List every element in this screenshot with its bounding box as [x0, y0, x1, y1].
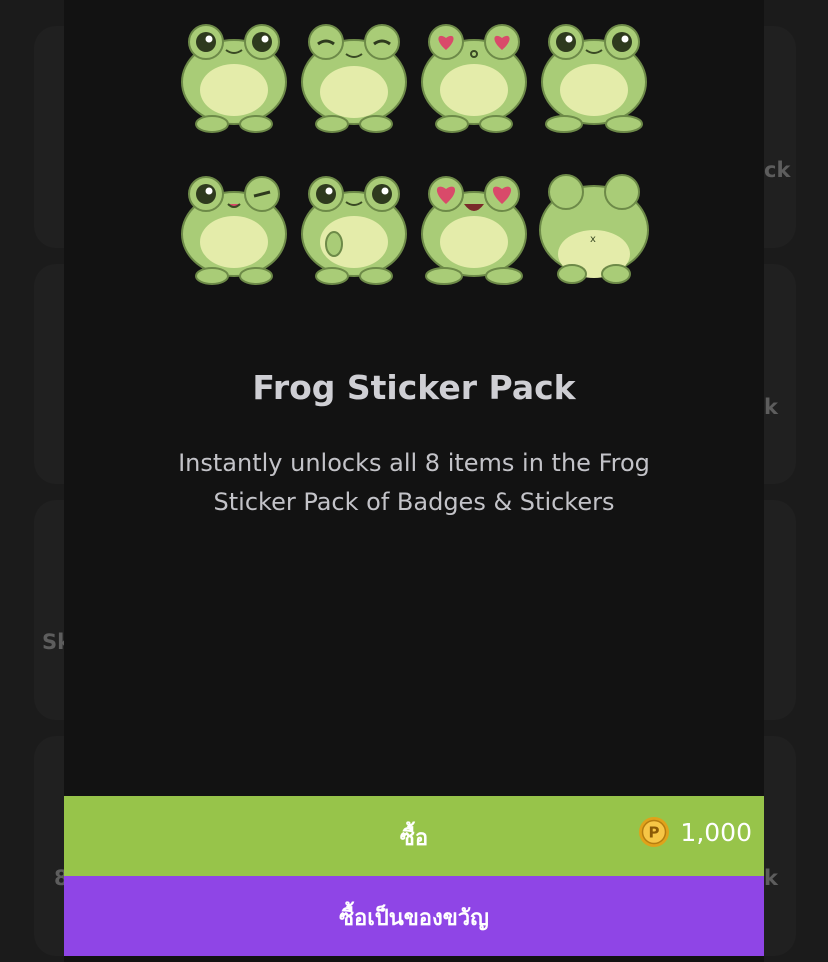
- background-text: k: [764, 395, 778, 419]
- coin-icon: P: [639, 817, 670, 847]
- frog-sticker-8-icon: x: [539, 174, 649, 284]
- coin-letter: P: [649, 824, 660, 842]
- frog-sticker-2-icon: [301, 24, 407, 133]
- sticker-pack-modal: x Frog Sticker Pack Instantly unlocks al…: [64, 0, 764, 962]
- modal-title: Frog Sticker Pack: [252, 368, 576, 407]
- frog-sticker-5-icon: [181, 176, 287, 285]
- background-text: ck: [764, 158, 791, 182]
- description-line-1: Instantly unlocks all 8 items in the Fro…: [178, 449, 650, 477]
- price-tag: P 1,000: [638, 816, 752, 848]
- sticker-preview-grid: x: [174, 10, 654, 290]
- price-value: 1,000: [680, 817, 752, 847]
- frog-sticker-1-icon: [181, 24, 287, 133]
- svg-text:x: x: [590, 234, 596, 245]
- buy-button[interactable]: ซื้อ P 1,000: [64, 796, 764, 876]
- buy-as-gift-label: ซื้อเป็นของขวัญ: [339, 906, 489, 931]
- background-text: k: [764, 866, 778, 890]
- frog-sticker-3-icon: [421, 24, 527, 133]
- description-line-2: Sticker Pack of Badges & Stickers: [213, 488, 615, 516]
- frog-sticker-6-icon: [301, 176, 407, 285]
- frog-sticker-7-icon: [421, 176, 527, 285]
- frog-sticker-4-icon: [541, 24, 647, 133]
- modal-description: Instantly unlocks all 8 items in the Fro…: [144, 444, 684, 522]
- buy-as-gift-button[interactable]: ซื้อเป็นของขวัญ: [64, 876, 764, 956]
